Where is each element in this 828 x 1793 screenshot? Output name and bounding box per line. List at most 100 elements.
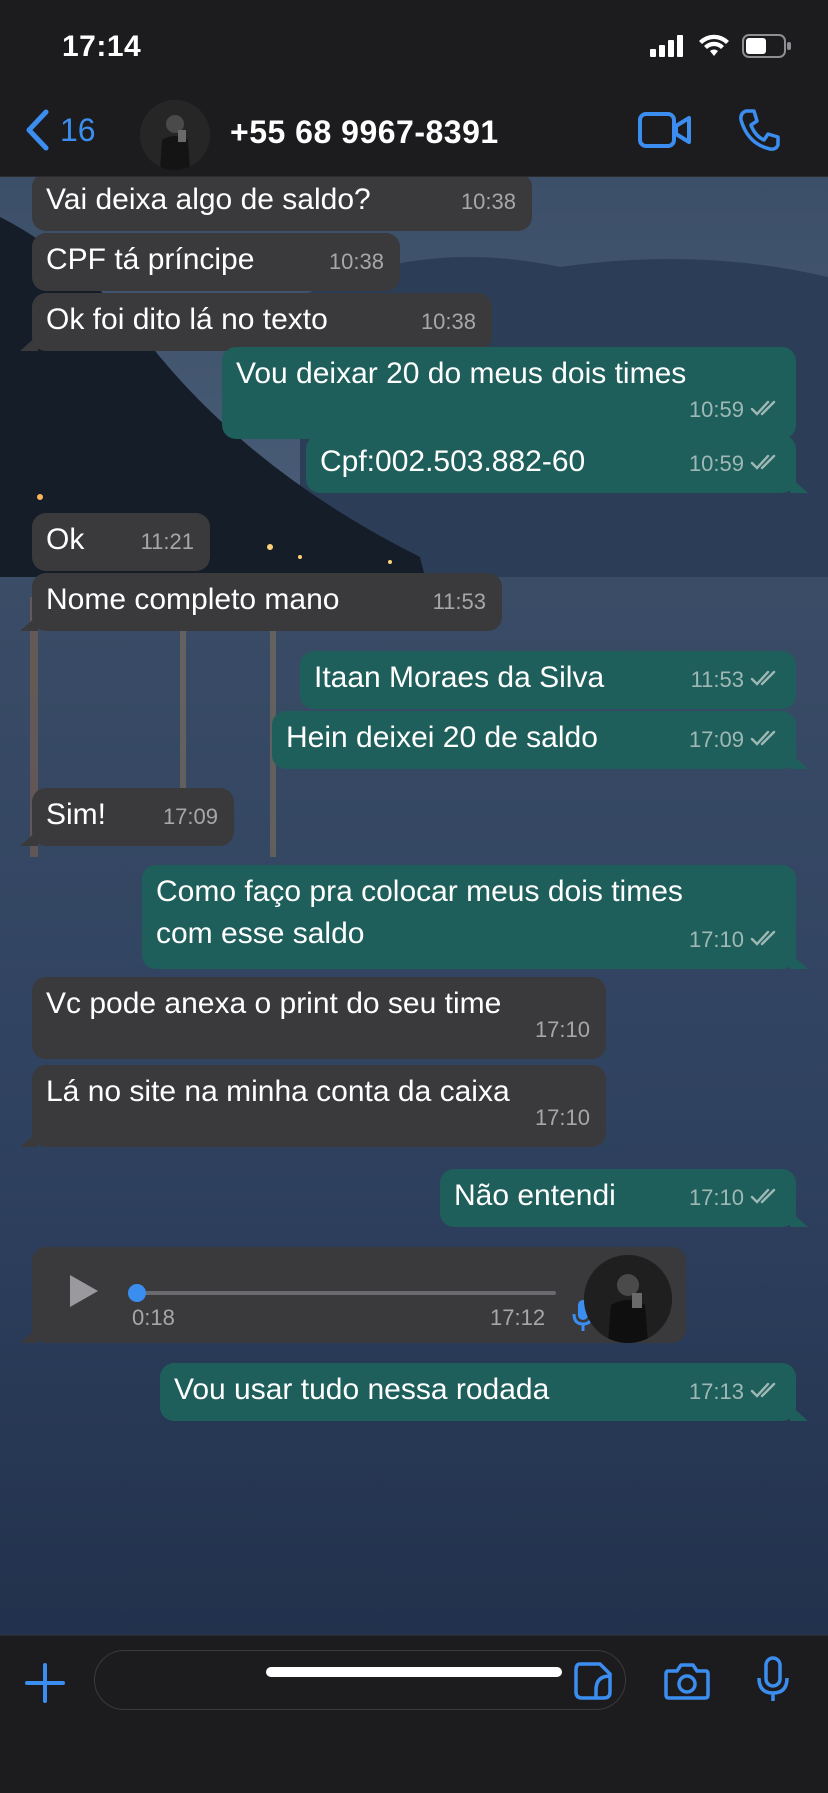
- read-receipt: [750, 443, 780, 485]
- incoming-message[interactable]: Sim! 17:09: [20, 788, 234, 846]
- video-call-button[interactable]: [638, 110, 692, 155]
- outgoing-message[interactable]: Itaan Moraes da Silva 11:53: [300, 651, 796, 709]
- outgoing-message[interactable]: Hein deixei 20 de saldo 17:09: [272, 711, 808, 769]
- plus-icon: [25, 1663, 65, 1703]
- camera-button[interactable]: [664, 1662, 710, 1705]
- bubble-tail: [790, 477, 808, 493]
- double-check-icon: [750, 1382, 776, 1398]
- status-time: 17:14: [62, 30, 142, 63]
- double-check-icon: [750, 730, 776, 746]
- read-receipt: [750, 919, 780, 961]
- outgoing-message[interactable]: Vou deixar 20 do meus dois times 10:59: [222, 347, 796, 439]
- message-timestamp: 11:21: [140, 529, 194, 554]
- message-meta: 17:09: [163, 796, 218, 838]
- read-receipt: [750, 1177, 780, 1219]
- status-icons: [650, 34, 792, 58]
- attach-button[interactable]: [24, 1662, 66, 1709]
- message-meta: 10:59: [689, 443, 780, 485]
- voice-progress-track[interactable]: [136, 1291, 556, 1295]
- double-check-icon: [750, 930, 776, 946]
- message-text: Ok foi dito lá no texto: [46, 303, 328, 336]
- bubble-tail: [20, 615, 38, 631]
- chat-area[interactable]: Vai deixa algo de saldo? 10:38 CPF tá prín…: [0, 177, 828, 1635]
- read-receipt: [750, 1371, 780, 1413]
- outgoing-message[interactable]: Vou usar tudo nessa rodada 17:13: [160, 1363, 808, 1421]
- message-timestamp: 17:10: [688, 927, 744, 952]
- contact-name[interactable]: +55 68 9967-8391: [230, 114, 499, 151]
- home-indicator: [266, 1667, 562, 1677]
- outgoing-message[interactable]: Não entendi 17:10: [440, 1169, 808, 1227]
- chat-header: 16 +55 68 9967-8391: [0, 92, 828, 177]
- phone-icon: [739, 109, 780, 151]
- message-timestamp: 17:09: [688, 727, 744, 752]
- message-timestamp: 17:09: [162, 804, 218, 829]
- wifi-icon: [699, 34, 729, 56]
- message-meta: 10:38: [461, 181, 516, 223]
- message-meta: 17:10: [689, 1177, 780, 1219]
- bubble-tail: [790, 953, 808, 969]
- unread-count: 16: [60, 111, 96, 148]
- message-text: Nome completo mano: [46, 583, 340, 616]
- chevron-left-icon: [26, 109, 49, 151]
- incoming-message[interactable]: Lá no site na minha conta da caixa 17:10: [20, 1065, 606, 1147]
- double-check-icon: [750, 454, 776, 470]
- message-input[interactable]: [94, 1650, 626, 1710]
- message-timestamp: 11:53: [432, 589, 486, 614]
- bubble-tail: [20, 335, 38, 351]
- double-check-icon: [750, 670, 776, 686]
- message-meta: 17:10: [689, 919, 780, 961]
- voice-call-button[interactable]: [738, 108, 780, 157]
- back-button[interactable]: 16: [24, 108, 96, 152]
- message-meta: 11:53: [691, 659, 780, 701]
- bubble-tail: [790, 753, 808, 769]
- play-icon[interactable]: [68, 1273, 100, 1309]
- contact-avatar[interactable]: [140, 100, 210, 170]
- incoming-message[interactable]: Nome completo mano 11:53: [20, 573, 502, 631]
- message-timestamp: 11:53: [690, 667, 744, 692]
- message-timestamp: 17:10: [534, 1017, 590, 1042]
- incoming-message[interactable]: Ok foi dito lá no texto 10:38: [20, 293, 492, 351]
- battery-icon: [742, 34, 791, 58]
- bubble-tail: [20, 830, 38, 846]
- message-meta: 17:10: [535, 1009, 590, 1051]
- read-receipt: [750, 719, 780, 761]
- message-timestamp: 10:59: [688, 397, 744, 422]
- message-meta: 10:38: [329, 241, 384, 283]
- message-text: Vc pode anexa o print do seu time: [46, 987, 502, 1020]
- message-meta: 17:13: [689, 1371, 780, 1413]
- status-bar: 17:14: [0, 0, 828, 92]
- voice-duration: 0:18: [132, 1305, 175, 1330]
- message-timestamp: 17:10: [534, 1105, 590, 1130]
- cellular-signal-icon: [650, 35, 683, 57]
- voice-sender-avatar: [584, 1255, 672, 1343]
- message-meta: 10:59: [689, 389, 780, 431]
- message-timestamp: 10:59: [688, 451, 744, 476]
- message-timestamp: 17:13: [688, 1379, 744, 1404]
- camera-icon: [664, 1663, 710, 1700]
- message-timestamp: 17:10: [688, 1185, 744, 1210]
- message-meta: 10:38: [421, 301, 476, 343]
- voice-message[interactable]: 0:18 17:12: [20, 1247, 686, 1343]
- message-meta: 17:10: [535, 1097, 590, 1139]
- outgoing-message[interactable]: Como faço pra colocar meus dois times co…: [142, 865, 808, 969]
- incoming-message[interactable]: Vc pode anexa o print do seu time 17:10: [32, 977, 606, 1059]
- bubble-tail: [20, 1327, 38, 1343]
- message-text: Lá no site na minha conta da caixa: [46, 1075, 510, 1108]
- sticker-button[interactable]: [574, 1662, 612, 1705]
- incoming-message[interactable]: CPF tá príncipe 10:38: [32, 233, 400, 291]
- voice-timestamp: 17:12: [490, 1305, 546, 1330]
- video-camera-icon: [638, 112, 691, 148]
- read-receipt: [750, 659, 780, 701]
- voice-progress-handle[interactable]: [128, 1284, 146, 1302]
- message-timestamp: 10:38: [420, 309, 476, 334]
- bubble-tail: [790, 1211, 808, 1227]
- message-meta: 11:21: [141, 521, 194, 563]
- microphone-icon: [757, 1656, 789, 1701]
- voice-record-button[interactable]: [756, 1656, 790, 1709]
- compose-bar: [0, 1635, 828, 1793]
- outgoing-message[interactable]: Cpf:002.503.882-60 10:59: [306, 435, 808, 493]
- incoming-message[interactable]: Vai deixa algo de saldo? 10:38: [32, 177, 532, 231]
- message-timestamp: 10:38: [460, 189, 516, 214]
- incoming-message[interactable]: Ok 11:21: [32, 513, 210, 571]
- read-receipt: [750, 389, 780, 431]
